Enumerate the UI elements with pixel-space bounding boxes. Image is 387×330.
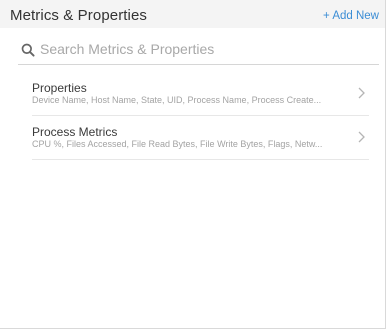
search-input[interactable]: [40, 38, 370, 60]
list-item-description: Device Name, Host Name, State, UID, Proc…: [32, 95, 322, 105]
add-new-button[interactable]: + Add New: [323, 10, 379, 22]
chevron-right-icon: [358, 87, 365, 99]
metrics-list: Properties Device Name, Host Name, State…: [32, 78, 369, 160]
panel-header: Metrics & Properties + Add New: [0, 0, 385, 28]
search-icon: [21, 43, 35, 57]
list-item-description: CPU %, Files Accessed, File Read Bytes, …: [32, 139, 323, 149]
chevron-right-icon: [358, 131, 365, 143]
metrics-properties-panel: Metrics & Properties + Add New Propertie…: [0, 0, 386, 329]
list-item-title: Properties: [32, 81, 87, 95]
list-item-properties[interactable]: Properties Device Name, Host Name, State…: [32, 78, 369, 116]
list-item-process-metrics[interactable]: Process Metrics CPU %, Files Accessed, F…: [32, 122, 369, 160]
panel-title: Metrics & Properties: [10, 7, 148, 24]
search-bar: [18, 38, 379, 65]
list-item-title: Process Metrics: [32, 125, 118, 139]
